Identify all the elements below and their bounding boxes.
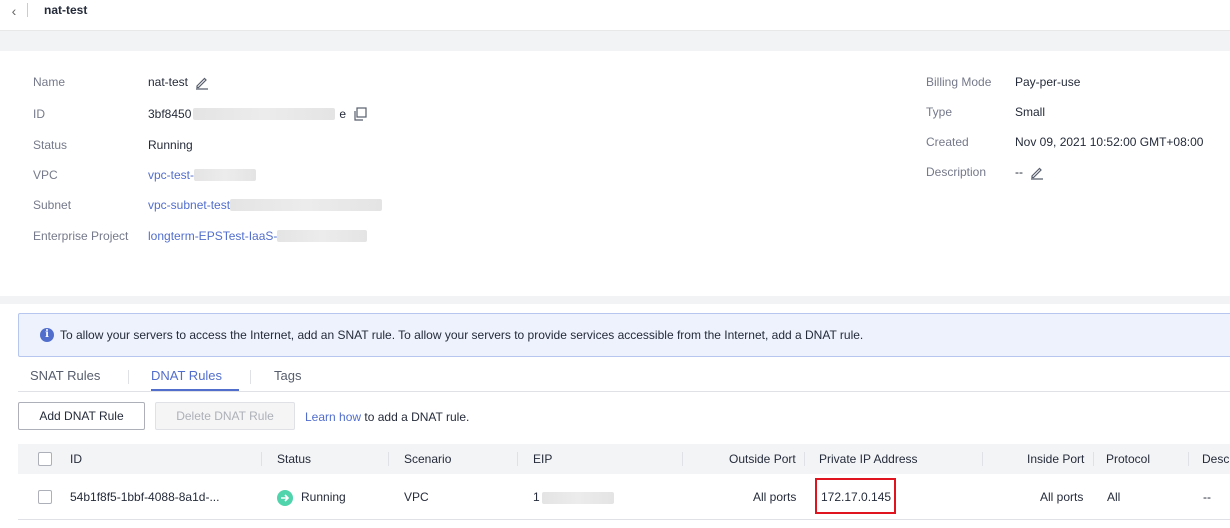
learn-how-link[interactable]: Learn how: [305, 410, 361, 424]
learn-how-text: Learn how to add a DNAT rule.: [305, 410, 469, 424]
column-scenario: Scenario: [404, 452, 452, 466]
info-alert: i To allow your servers to access the In…: [18, 313, 1230, 357]
column-outside-port: Outside Port: [729, 452, 796, 466]
column-private-ip: Private IP Address: [819, 452, 918, 466]
column-status: Status: [277, 452, 312, 466]
select-all-checkbox[interactable]: [38, 452, 52, 466]
page-title: nat-test: [44, 3, 88, 17]
column-separator: [517, 452, 518, 466]
learn-how-rest: to add a DNAT rule.: [364, 410, 470, 424]
column-separator: [682, 452, 683, 466]
subnet-link[interactable]: vpc-subnet-test: [148, 195, 230, 215]
billing-mode-label: Billing Mode: [926, 75, 992, 89]
column-description: Descr: [1202, 452, 1230, 466]
row-checkbox[interactable]: [38, 490, 52, 504]
column-inside-port: Inside Port: [1027, 452, 1085, 466]
rule-inside-port: All ports: [1040, 490, 1084, 504]
redacted-project: [277, 230, 368, 242]
column-separator: [261, 452, 262, 466]
rule-eip: 1: [533, 474, 614, 520]
edit-description-icon[interactable]: [1029, 164, 1045, 180]
rule-protocol: All: [1107, 490, 1121, 504]
table-header: ID Status Scenario EIP Outside Port Priv…: [18, 444, 1230, 474]
add-dnat-rule-button[interactable]: Add DNAT Rule: [18, 402, 145, 430]
rule-status-label: Running: [301, 490, 346, 504]
tab-separator: [250, 370, 251, 384]
description-value: --: [1015, 165, 1023, 179]
created-value: Nov 09, 2021 10:52:00 GMT+08:00: [1015, 135, 1204, 149]
column-separator: [388, 452, 389, 466]
tab-tags[interactable]: Tags: [274, 368, 301, 383]
rule-outside-port: All ports: [753, 490, 797, 504]
highlight-box: [815, 478, 896, 514]
column-separator: [982, 452, 983, 466]
enterprise-project-label: Enterprise Project: [33, 229, 129, 243]
type-value: Small: [1015, 105, 1046, 119]
rules-section: i To allow your servers to access the In…: [0, 304, 1230, 528]
column-id: ID: [70, 452, 82, 466]
column-separator: [804, 452, 805, 466]
enterprise-project-link[interactable]: longterm-EPSTest-IaaS-: [148, 226, 277, 246]
back-arrow-icon[interactable]: ‹: [6, 2, 22, 20]
rule-description: --: [1203, 490, 1211, 504]
description-label: Description: [926, 165, 987, 179]
divider: [27, 3, 28, 17]
column-protocol: Protocol: [1106, 452, 1151, 466]
rule-scenario: VPC: [404, 490, 429, 504]
created-label: Created: [926, 135, 969, 149]
column-separator: [1093, 452, 1094, 466]
rule-status: Running: [277, 474, 346, 520]
table-row[interactable]: 54b1f8f5-1bbf-4088-8a1d-... Running VPC …: [18, 474, 1230, 520]
tab-snat-rules[interactable]: SNAT Rules: [30, 368, 100, 383]
running-status-icon: [277, 489, 293, 506]
tab-separator: [128, 370, 129, 384]
rule-eip-value: 1: [533, 490, 540, 504]
redacted-subnet: [230, 199, 383, 211]
alert-text: To allow your servers to access the Inte…: [60, 328, 864, 342]
delete-dnat-rule-button[interactable]: Delete DNAT Rule: [155, 402, 295, 430]
type-label: Type: [926, 105, 953, 119]
column-separator: [1188, 452, 1189, 466]
redacted-eip: [541, 491, 614, 504]
active-tab-indicator: [151, 389, 239, 391]
tab-bar: SNAT Rules DNAT Rules Tags: [18, 364, 1230, 392]
top-bar: ‹ nat-test: [0, 0, 1230, 31]
billing-mode-value: Pay-per-use: [1015, 75, 1081, 89]
info-icon: i: [40, 328, 54, 342]
tab-dnat-rules[interactable]: DNAT Rules: [151, 368, 222, 383]
subnet-label: Subnet: [33, 198, 72, 212]
rule-id: 54b1f8f5-1bbf-4088-8a1d-...: [70, 490, 220, 504]
details-panel: Name nat-test ID 3bf8450 e Status Runnin…: [0, 51, 1230, 296]
column-eip: EIP: [533, 452, 553, 466]
